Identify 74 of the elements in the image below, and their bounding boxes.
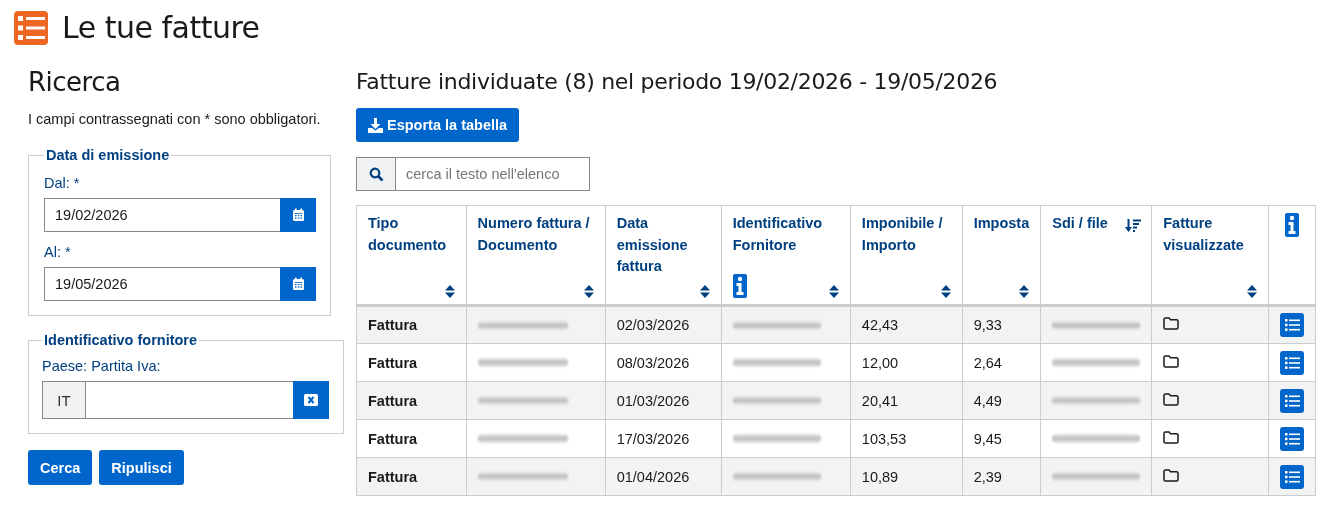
- calendar-button[interactable]: [280, 267, 316, 301]
- table-cell: 02/03/2026: [605, 305, 722, 344]
- info-icon[interactable]: [732, 274, 747, 298]
- calendar-icon: [291, 208, 305, 222]
- table-cell: 2,64: [962, 343, 1041, 382]
- search-icon: [368, 166, 384, 182]
- list-icon: [1284, 470, 1300, 483]
- field-label: Al: *: [44, 244, 72, 260]
- list-icon: [1284, 432, 1300, 445]
- form-button[interactable]: Ripulisci: [99, 450, 184, 485]
- table-cell: 17/03/2026: [605, 419, 722, 458]
- table-cell: 9,33: [962, 305, 1041, 344]
- table-cell: 20,41: [850, 381, 963, 420]
- sort-icon[interactable]: [1247, 285, 1257, 298]
- list-icon: [1284, 319, 1300, 331]
- column-header[interactable]: Imposta: [973, 213, 1030, 235]
- table-cell: 103,53: [850, 419, 963, 458]
- table-cell: Fattura: [356, 305, 467, 344]
- details-button[interactable]: [1280, 350, 1304, 375]
- page-title: Le tue fatture: [62, 10, 260, 45]
- table-cell: 4,49: [962, 381, 1041, 420]
- table-cell: Fattura: [356, 457, 467, 496]
- sort-icon[interactable]: [444, 285, 455, 298]
- fieldset-legend: Data di emissione: [44, 147, 172, 163]
- details-button[interactable]: [1280, 426, 1304, 451]
- results-title: Fatture individuate (8) nel periodo 19/02/2026 - 19/05/2026: [356, 69, 999, 94]
- details-button[interactable]: [1280, 464, 1304, 489]
- folder-icon[interactable]: [1163, 354, 1180, 368]
- sort-icon[interactable]: [940, 285, 951, 298]
- vat-field[interactable]: [85, 381, 293, 419]
- sort-icon[interactable]: [699, 285, 710, 298]
- form-button[interactable]: Cerca: [28, 450, 93, 485]
- table-cell: 42,43: [850, 305, 963, 344]
- table-cell: 12,00: [850, 343, 963, 382]
- details-button[interactable]: [1280, 388, 1304, 413]
- calendar-icon: [291, 277, 305, 291]
- table-cell: 9,45: [962, 419, 1041, 458]
- field-label: Paese: Partita Iva:: [42, 358, 162, 374]
- fieldset-legend: Identificativo fornitore: [42, 332, 200, 348]
- date-field[interactable]: 19/05/2026: [44, 267, 280, 301]
- info-icon[interactable]: [1285, 213, 1299, 237]
- sort-icon[interactable]: [583, 285, 594, 298]
- folder-icon[interactable]: [1163, 430, 1180, 444]
- list-icon: [1284, 394, 1300, 407]
- sort-icon[interactable]: [828, 285, 839, 298]
- table-cell: Fattura: [356, 343, 467, 382]
- table-cell: 10,89: [850, 457, 963, 496]
- search-field[interactable]: cerca il testo nell'elenco: [395, 157, 590, 191]
- folder-icon[interactable]: [1163, 317, 1180, 330]
- folder-icon[interactable]: [1163, 392, 1180, 406]
- sort-descending-icon[interactable]: [1125, 218, 1142, 233]
- table-cell: 08/03/2026: [605, 343, 722, 382]
- required-note: I campi contrassegnati con * sono obbligatori.: [28, 111, 322, 127]
- folder-icon[interactable]: [1163, 468, 1180, 482]
- export-button[interactable]: Esporta la tabella: [356, 108, 520, 142]
- search-title: Ricerca: [28, 67, 122, 97]
- download-icon: [368, 117, 383, 133]
- close-icon: [304, 394, 318, 406]
- details-button[interactable]: [1280, 313, 1304, 337]
- table-cell: Fattura: [356, 381, 467, 420]
- search-button[interactable]: [356, 157, 395, 191]
- calendar-button[interactable]: [280, 198, 316, 232]
- list-icon: [14, 10, 48, 45]
- table-cell: 01/03/2026: [605, 381, 722, 420]
- field-label: Dal: *: [44, 175, 81, 191]
- column-header[interactable]: Sdi / file: [1052, 213, 1141, 235]
- list-icon: [1284, 356, 1300, 369]
- table-cell: Fattura: [356, 419, 467, 458]
- date-field[interactable]: 19/02/2026: [44, 198, 280, 232]
- country-code: IT: [42, 381, 85, 419]
- table-cell: 2,39: [962, 457, 1041, 496]
- clear-button[interactable]: [293, 381, 329, 419]
- sort-icon[interactable]: [1019, 285, 1030, 298]
- table-cell: 01/04/2026: [605, 457, 722, 496]
